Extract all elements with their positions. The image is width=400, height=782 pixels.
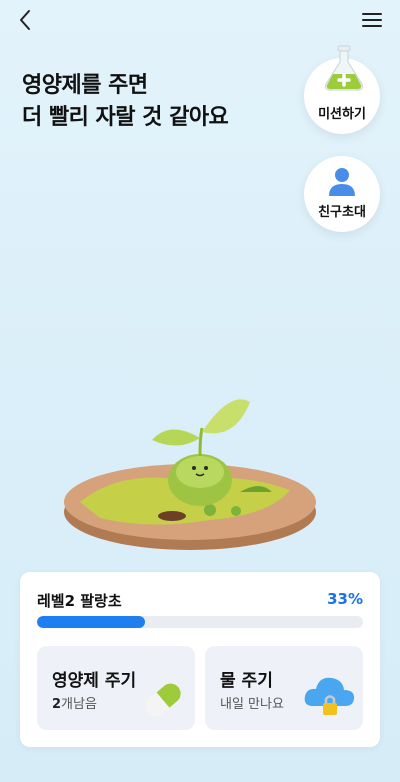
mission-label: 미션하기	[318, 107, 366, 122]
headline-line-1: 영양제를 주면	[22, 73, 148, 98]
top-bar	[0, 0, 400, 40]
sprout-island-illustration	[64, 399, 316, 550]
pill-capsule-icon	[145, 683, 181, 717]
water-status: 내일 만나요	[220, 697, 284, 712]
invite-label: 친구초대	[318, 205, 366, 220]
headline-line-2: 더 빨리 자랄 것 같아요	[22, 105, 229, 130]
level-progress-bar	[37, 616, 363, 628]
person-icon	[329, 168, 355, 196]
hamburger-menu-icon	[362, 13, 382, 27]
mission-button[interactable]: 미션하기	[304, 45, 380, 134]
nutrient-count-suffix: 개남음	[61, 697, 97, 712]
progress-percent: 33%	[327, 590, 363, 608]
give-nutrient-button[interactable]: 영양제 주기 2개남음	[37, 646, 195, 730]
nutrient-remaining: 2개남음	[52, 693, 97, 712]
chevron-left-icon	[20, 10, 30, 30]
give-water-button[interactable]: 물 주기 내일 만나요	[205, 646, 363, 730]
menu-button[interactable]	[358, 6, 386, 34]
headline: 영양제를 주면 더 빨리 자랄 것 같아요	[22, 70, 229, 134]
status-card: 레벨2 팔랑초 33% 영양제 주기 2개남음 물 주기 내일 만나요	[20, 572, 380, 747]
level-label: 레벨2 팔랑초	[37, 592, 122, 610]
back-button[interactable]	[12, 6, 40, 34]
level-progress-fill	[37, 616, 145, 628]
invite-friend-button[interactable]: 친구초대	[304, 156, 380, 232]
locked-cloud-icon	[304, 677, 355, 715]
nutrient-count: 2	[52, 697, 62, 712]
give-water-title: 물 주기	[220, 671, 273, 691]
flask-plus-icon	[325, 45, 363, 91]
give-nutrient-title: 영양제 주기	[52, 671, 137, 691]
